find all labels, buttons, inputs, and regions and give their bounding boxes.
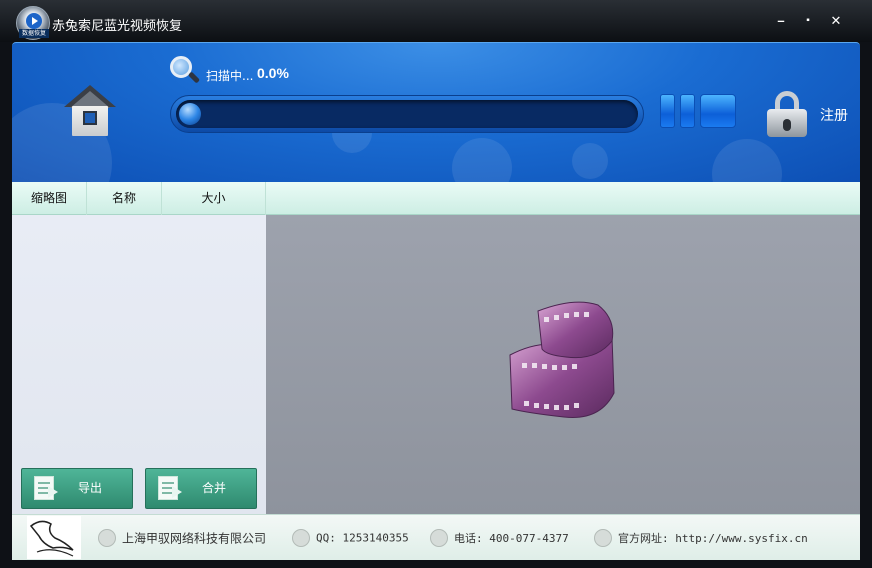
title-bar[interactable]: 数据恢复 赤兔索尼蓝光视频恢复 – ▪ ✕ <box>0 0 872 42</box>
lock-icon-keyhole <box>783 119 791 131</box>
merge-button[interactable]: 合并 <box>145 468 257 509</box>
scan-progress-bar <box>170 95 644 133</box>
column-thumbnail[interactable]: 缩略图 <box>12 182 87 215</box>
pause-icon <box>660 94 675 128</box>
window-title: 赤兔索尼蓝光视频恢复 <box>52 19 183 34</box>
file-list-panel[interactable]: 导出 合并 <box>12 215 266 514</box>
phone-info: 电话: 400-077-4377 <box>430 529 569 547</box>
column-name[interactable]: 名称 <box>87 182 162 215</box>
register-button[interactable]: 注册 <box>820 105 848 125</box>
column-size[interactable]: 大小 <box>162 182 266 215</box>
lock-icon[interactable] <box>767 91 807 139</box>
globe-icon <box>594 529 612 547</box>
play-icon <box>26 13 42 29</box>
minimize-button[interactable]: – <box>774 14 788 28</box>
company-info: 上海甲驭网络科技有限公司 <box>98 529 266 547</box>
file-list-header: 缩略图 名称 大小 <box>12 182 860 215</box>
search-icon <box>170 56 201 86</box>
qq-icon <box>292 529 310 547</box>
qq-info: QQ: 1253140355 <box>292 529 409 547</box>
scan-status: 扫描中... <box>206 69 254 83</box>
app-logo: 数据恢复 <box>16 6 50 40</box>
website-info[interactable]: 官方网址: http://www.sysfix.cn <box>594 529 808 547</box>
app-window: 数据恢复 赤兔索尼蓝光视频恢复 – ▪ ✕ 扫描中... 0.0% 注册 缩略图… <box>0 0 872 568</box>
close-button[interactable]: ✕ <box>829 14 843 28</box>
export-label: 导出 <box>78 481 103 495</box>
merge-label: 合并 <box>202 481 227 495</box>
preview-panel <box>266 215 860 514</box>
decor-bokeh <box>712 139 782 182</box>
progress-knob <box>179 103 201 125</box>
phone-number: 电话: 400-077-4377 <box>454 532 569 545</box>
search-icon-handle <box>187 71 201 84</box>
logo-text: 数据恢复 <box>19 29 49 38</box>
decor-bokeh <box>572 143 608 179</box>
qq-number: QQ: 1253140355 <box>316 531 409 545</box>
merge-icon <box>158 476 184 502</box>
building-icon <box>98 529 116 547</box>
stop-button[interactable] <box>700 94 736 128</box>
home-icon-window <box>83 111 97 125</box>
export-icon <box>34 476 60 502</box>
pause-icon-bar <box>680 94 695 128</box>
maximize-button[interactable]: ▪ <box>801 14 815 28</box>
decor-bokeh <box>452 138 512 182</box>
scan-percent: 0.0% <box>257 65 289 81</box>
phone-icon <box>430 529 448 547</box>
company-logo <box>27 516 81 559</box>
merge-icon-line <box>162 482 174 484</box>
progress-track <box>176 100 638 128</box>
website-link[interactable]: 官方网址: http://www.sysfix.cn <box>618 532 808 545</box>
header-panel: 扫描中... 0.0% 注册 <box>12 42 860 182</box>
export-button[interactable]: 导出 <box>21 468 133 509</box>
film-reel-icon <box>509 301 615 418</box>
home-button[interactable] <box>64 85 116 137</box>
footer-bar: 上海甲驭网络科技有限公司 QQ: 1253140355 电话: 400-077-… <box>12 514 860 560</box>
pause-button[interactable] <box>660 94 696 128</box>
company-name: 上海甲驭网络科技有限公司 <box>122 531 267 546</box>
export-icon-line <box>38 482 50 484</box>
export-icon-arrow <box>48 486 58 498</box>
merge-icon-arrow <box>172 486 182 498</box>
